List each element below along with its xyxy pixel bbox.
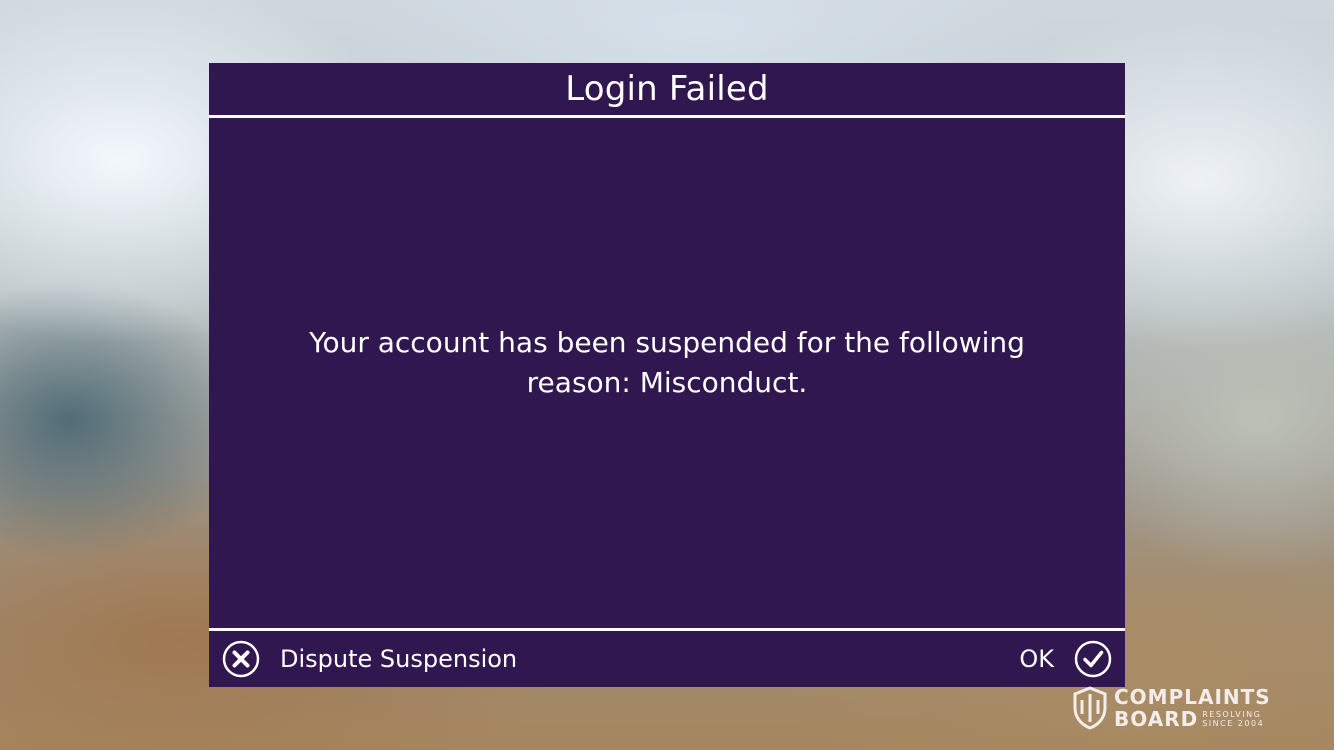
close-circle-icon: [222, 640, 260, 678]
check-circle-icon: [1074, 640, 1112, 678]
watermark-tag1: RESOLVING: [1202, 710, 1262, 719]
dialog-footer: Dispute Suspension OK: [209, 631, 1125, 687]
watermark-line2: BOARD: [1114, 707, 1199, 731]
shield-icon: [1073, 686, 1107, 730]
ok-label: OK: [1019, 645, 1054, 673]
suspension-message: Your account has been suspended for the …: [309, 325, 1025, 399]
dispute-suspension-label: Dispute Suspension: [280, 645, 518, 673]
blurred-game-background: Login Failed Your account has been suspe…: [0, 0, 1334, 750]
watermark-line1: COMPLAINTS: [1114, 685, 1271, 709]
dispute-suspension-button[interactable]: Dispute Suspension: [222, 631, 517, 687]
watermark-tagline: RESOLVING SINCE 2004: [1202, 710, 1264, 728]
dialog-header: Login Failed: [209, 63, 1125, 115]
ok-button[interactable]: OK: [1019, 631, 1112, 687]
login-failed-dialog: Login Failed Your account has been suspe…: [209, 63, 1125, 687]
watermark-row2: BOARD RESOLVING SINCE 2004: [1114, 708, 1271, 730]
dialog-body: Your account has been suspended for the …: [209, 118, 1125, 629]
watermark-text: COMPLAINTS BOARD RESOLVING SINCE 2004: [1114, 686, 1271, 730]
complaints-board-watermark: COMPLAINTS BOARD RESOLVING SINCE 2004: [1072, 684, 1292, 732]
dialog-title: Login Failed: [565, 69, 769, 109]
watermark-tag2: SINCE 2004: [1202, 719, 1265, 728]
